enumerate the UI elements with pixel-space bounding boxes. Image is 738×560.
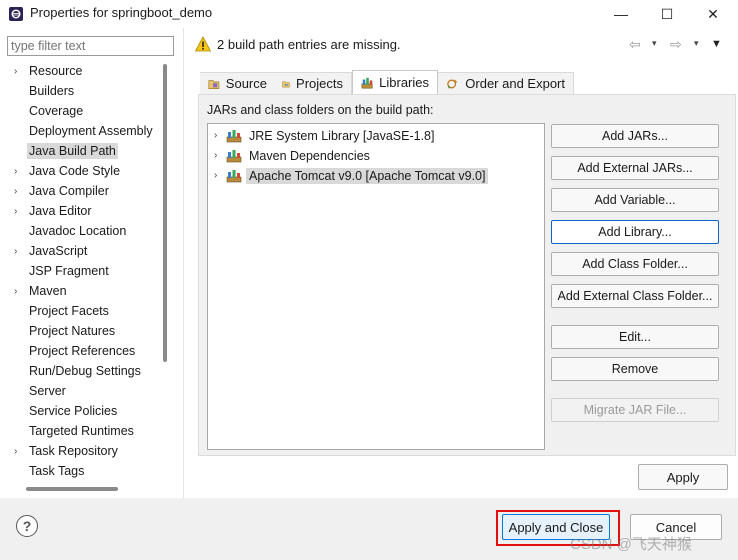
nav-item-service-policies[interactable]: Service Policies <box>0 401 160 421</box>
add-external-class-folder-button[interactable]: Add External Class Folder... <box>551 284 719 308</box>
vertical-scrollbar-thumb[interactable] <box>163 64 167 362</box>
forward-history-dropdown-icon[interactable]: ▾ <box>694 38 699 49</box>
nav-item-java-editor[interactable]: › Java Editor <box>0 201 160 221</box>
library-icon <box>226 169 242 182</box>
chevron-right-icon[interactable]: › <box>14 66 24 77</box>
edit-button[interactable]: Edit... <box>551 325 719 349</box>
add-class-folder-button[interactable]: Add Class Folder... <box>551 252 719 276</box>
warning-icon <box>195 36 211 52</box>
libraries-icon <box>361 77 373 88</box>
nav-item-project-references[interactable]: Project References <box>0 341 160 361</box>
nav-item-coverage[interactable]: Coverage <box>0 101 160 121</box>
add-jars-button[interactable]: Add JARs... <box>551 124 719 148</box>
nav-item-java-build-path[interactable]: Java Build Path <box>0 141 160 161</box>
library-icon <box>226 129 242 142</box>
tree-item-apache-tomcat[interactable]: › Apache Tomcat v9.0 [Apache Tomcat v9.0… <box>214 166 489 185</box>
property-pages-panel: ›Resource Builders Coverage Deployment A… <box>0 28 176 498</box>
library-icon <box>226 149 242 162</box>
minimize-button[interactable]: — <box>598 0 644 28</box>
remove-button[interactable]: Remove <box>551 357 719 381</box>
maximize-button[interactable]: ☐ <box>644 0 690 28</box>
status-message: 2 build path entries are missing. <box>217 37 401 52</box>
chevron-right-icon[interactable]: › <box>14 166 24 177</box>
nav-item-jsp-fragment[interactable]: JSP Fragment <box>0 261 160 281</box>
build-path-tabs: Source Projects Libraries Order and Expo… <box>198 70 736 94</box>
nav-item-javascript[interactable]: › JavaScript <box>0 241 160 261</box>
window-title: Properties for springboot_demo <box>30 5 213 20</box>
tree-item-jre-system-library[interactable]: › JRE System Library [JavaSE-1.8] <box>214 126 437 145</box>
tab-projects[interactable]: Projects <box>274 72 352 94</box>
apply-button[interactable]: Apply <box>638 464 728 490</box>
close-button[interactable]: ✕ <box>690 0 736 28</box>
chevron-right-icon[interactable]: › <box>214 150 226 161</box>
add-library-button[interactable]: Add Library... <box>551 220 719 244</box>
nav-item-maven[interactable]: › Maven <box>0 281 160 301</box>
libraries-label: JARs and class folders on the build path… <box>207 103 434 117</box>
source-folder-icon <box>208 79 220 89</box>
nav-item-project-facets[interactable]: Project Facets <box>0 301 160 321</box>
nav-item-task-tags[interactable]: Task Tags <box>0 461 160 481</box>
tree-item-maven-dependencies[interactable]: › Maven Dependencies <box>214 146 373 165</box>
nav-item-run-debug-settings[interactable]: Run/Debug Settings <box>0 361 160 381</box>
nav-item-project-natures[interactable]: Project Natures <box>0 321 160 341</box>
order-export-icon <box>447 78 458 89</box>
chevron-right-icon[interactable]: › <box>214 130 226 141</box>
nav-item-task-repository[interactable]: › Task Repository <box>0 441 160 461</box>
nav-item-targeted-runtimes[interactable]: Targeted Runtimes <box>0 421 160 441</box>
forward-arrow-icon[interactable]: ⇨ <box>670 36 682 53</box>
chevron-right-icon[interactable]: › <box>214 170 226 181</box>
tab-source[interactable]: Source <box>200 72 276 94</box>
tab-order-and-export[interactable]: Order and Export <box>438 72 574 94</box>
filter-input[interactable] <box>7 36 174 56</box>
nav-item-javadoc-location[interactable]: Javadoc Location <box>0 221 160 241</box>
chevron-right-icon[interactable]: › <box>14 206 24 217</box>
panel-splitter[interactable] <box>183 28 184 498</box>
projects-folder-icon <box>282 80 290 87</box>
add-variable-button[interactable]: Add Variable... <box>551 188 719 212</box>
chevron-right-icon[interactable]: › <box>14 286 24 297</box>
watermark: CSDN @飞天神猴 <box>570 536 692 553</box>
nav-item-resource[interactable]: › Resource <box>0 61 160 81</box>
chevron-right-icon[interactable]: › <box>14 186 24 197</box>
migrate-jar-file-button[interactable]: Migrate JAR File... <box>551 398 719 422</box>
tab-libraries[interactable]: Libraries <box>352 70 438 94</box>
chevron-right-icon[interactable]: › <box>14 446 24 457</box>
view-menu-icon[interactable]: ▼ <box>711 38 722 50</box>
nav-item-builders[interactable]: Builders <box>0 81 160 101</box>
add-external-jars-button[interactable]: Add External JARs... <box>551 156 719 180</box>
back-history-dropdown-icon[interactable]: ▾ <box>652 38 657 49</box>
nav-item-java-code-style[interactable]: › Java Code Style <box>0 161 160 181</box>
chevron-right-icon[interactable]: › <box>14 246 24 257</box>
horizontal-scrollbar-thumb[interactable] <box>26 487 118 491</box>
nav-item-server[interactable]: Server <box>0 381 160 401</box>
nav-item-java-compiler[interactable]: › Java Compiler <box>0 181 160 201</box>
build-path-entries-tree[interactable]: › JRE System Library [JavaSE-1.8] › Mave… <box>207 123 545 450</box>
help-icon[interactable]: ? <box>16 515 38 537</box>
nav-item-deployment-assembly[interactable]: Deployment Assembly <box>0 121 160 141</box>
back-arrow-icon[interactable]: ⇦ <box>629 36 641 53</box>
eclipse-app-icon <box>9 7 23 21</box>
